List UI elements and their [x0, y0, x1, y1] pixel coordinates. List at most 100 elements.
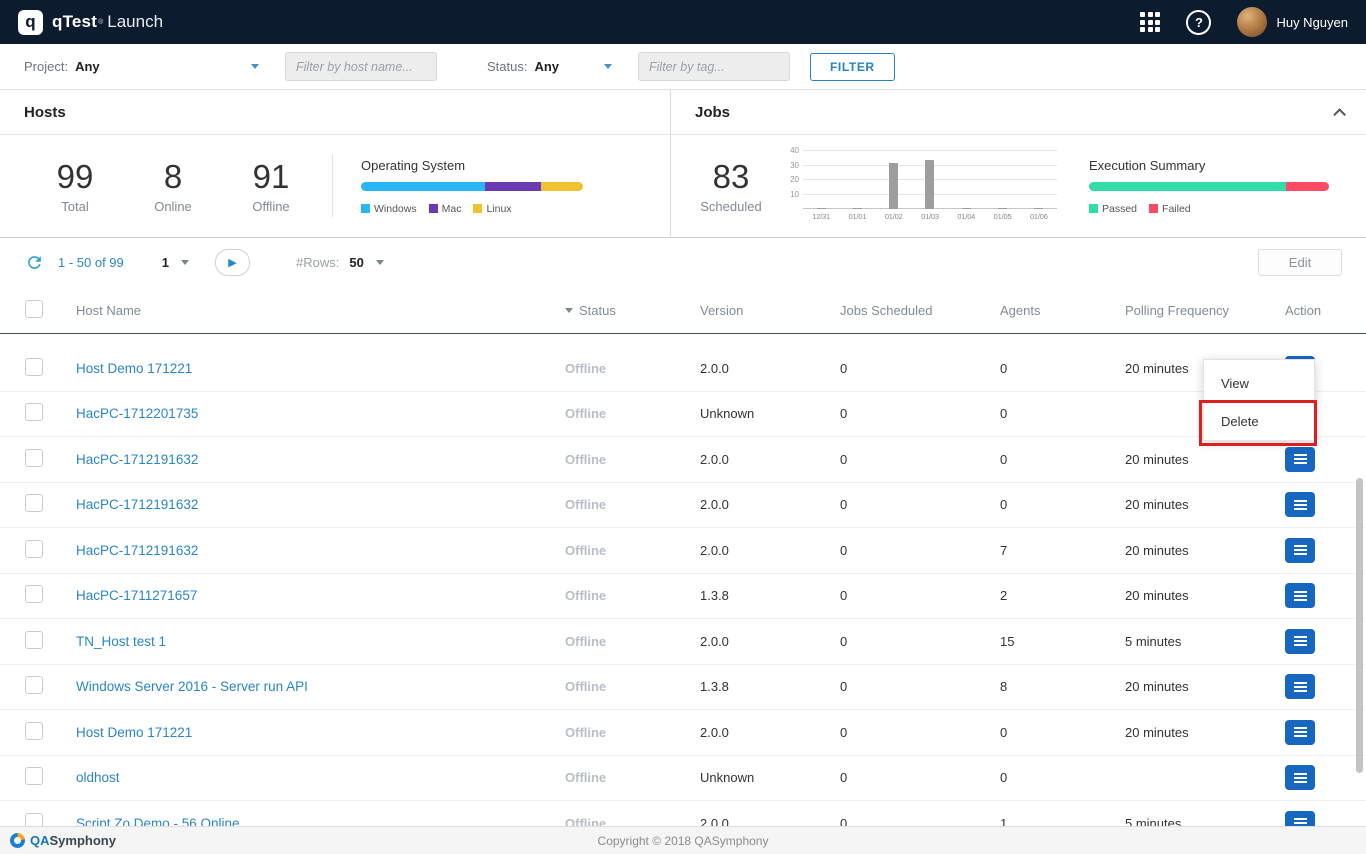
chart-bar: [1034, 208, 1043, 209]
bar-segment: [485, 182, 541, 191]
bar-segment: [541, 182, 583, 191]
row-checkbox[interactable]: [25, 722, 43, 740]
chart-ytick-label: 10: [783, 190, 799, 199]
chart-xtick-label: 12/31: [803, 212, 839, 221]
agents-value: 7: [1000, 543, 1125, 558]
header-status[interactable]: Status: [565, 303, 700, 318]
agents-value: 8: [1000, 679, 1125, 694]
agents-value: 0: [1000, 497, 1125, 512]
page-select[interactable]: 1: [162, 255, 189, 270]
summary-panels: Hosts 99Total8Online91Offline Operating …: [0, 90, 1366, 238]
rows-select[interactable]: 50: [349, 255, 383, 270]
host-stat: 99Total: [42, 158, 108, 214]
host-name-link[interactable]: Windows Server 2016 - Server run API: [52, 679, 565, 694]
context-menu-item-delete[interactable]: Delete: [1204, 402, 1314, 440]
status-text: Offline: [565, 588, 700, 603]
menu-icon: [1294, 545, 1307, 555]
apps-grid-icon[interactable]: [1140, 12, 1160, 32]
rows-value: 50: [349, 255, 363, 270]
table-body: Host Demo 171221Offline2.0.00020 minutes…: [0, 334, 1366, 854]
row-action-menu-button[interactable]: [1285, 674, 1315, 699]
header-host-name[interactable]: Host Name: [52, 303, 565, 318]
scheduled-label: Scheduled: [695, 199, 767, 214]
legend-label: Mac: [442, 203, 462, 215]
table-row: oldhostOfflineUnknown00: [0, 756, 1366, 802]
row-action-menu-button[interactable]: [1285, 538, 1315, 563]
polling-frequency-value: 20 minutes: [1125, 725, 1285, 740]
stat-value: 8: [140, 158, 206, 196]
legend-item: Windows: [361, 203, 417, 215]
agents-value: 0: [1000, 361, 1125, 376]
refresh-icon[interactable]: [24, 253, 44, 273]
header-polling-frequency[interactable]: Polling Frequency: [1125, 303, 1285, 318]
row-checkbox[interactable]: [25, 540, 43, 558]
menu-icon: [1294, 500, 1307, 510]
project-select[interactable]: Project: Any: [24, 59, 259, 74]
chart-xtick-label: 01/02: [876, 212, 912, 221]
host-name-link[interactable]: HacPC-1712191632: [52, 452, 565, 467]
scrollbar-thumb[interactable]: [1356, 478, 1363, 773]
polling-frequency-value: 20 minutes: [1125, 543, 1285, 558]
row-checkbox-cell: [0, 585, 52, 606]
collapse-chevron-icon[interactable]: [1333, 108, 1346, 121]
row-checkbox[interactable]: [25, 449, 43, 467]
row-checkbox[interactable]: [25, 767, 43, 785]
top-navbar: q qTest ® Launch ? Huy Nguyen: [0, 0, 1366, 44]
host-name-link[interactable]: TN_Host test 1: [52, 634, 565, 649]
host-name-link[interactable]: Host Demo 171221: [52, 361, 565, 376]
row-action-menu-button[interactable]: [1285, 765, 1315, 790]
host-name-link[interactable]: HacPC-1711271657: [52, 588, 565, 603]
legend-swatch-icon: [429, 204, 438, 213]
host-name-link[interactable]: HacPC-1712191632: [52, 543, 565, 558]
action-cell: [1285, 583, 1366, 608]
execution-summary-title: Execution Summary: [1089, 158, 1329, 173]
help-icon[interactable]: ?: [1186, 10, 1211, 35]
version-value: Unknown: [700, 770, 840, 785]
row-checkbox[interactable]: [25, 676, 43, 694]
header-jobs-scheduled[interactable]: Jobs Scheduled: [840, 303, 1000, 318]
row-checkbox-cell: [0, 540, 52, 561]
legend-swatch-icon: [361, 204, 370, 213]
row-action-menu-button[interactable]: [1285, 447, 1315, 472]
host-name-link[interactable]: HacPC-1712191632: [52, 497, 565, 512]
legend-swatch-icon: [1089, 204, 1098, 213]
jobs-title: Jobs: [695, 104, 730, 121]
row-checkbox[interactable]: [25, 631, 43, 649]
header-agents[interactable]: Agents: [1000, 303, 1125, 318]
status-value: Any: [534, 59, 559, 74]
user-menu[interactable]: Huy Nguyen: [1237, 7, 1348, 37]
select-all-checkbox[interactable]: [25, 300, 43, 318]
os-legend: WindowsMacLinux: [361, 203, 583, 215]
host-name-link[interactable]: Host Demo 171221: [52, 725, 565, 740]
host-filter-input[interactable]: [285, 52, 437, 81]
row-action-menu-button[interactable]: [1285, 583, 1315, 608]
row-checkbox[interactable]: [25, 585, 43, 603]
row-checkbox[interactable]: [25, 494, 43, 512]
header-version[interactable]: Version: [700, 303, 840, 318]
status-select[interactable]: Status: Any: [487, 59, 612, 74]
jobs-scheduled-value: 0: [840, 588, 1000, 603]
legend-item: Passed: [1089, 203, 1137, 215]
host-name-link[interactable]: oldhost: [52, 770, 565, 785]
row-action-menu-button[interactable]: [1285, 629, 1315, 654]
filter-button[interactable]: FILTER: [810, 53, 895, 81]
context-menu-item-view[interactable]: View: [1204, 364, 1314, 402]
qasymphony-logo[interactable]: QASymphony: [10, 832, 116, 850]
row-checkbox[interactable]: [25, 358, 43, 376]
edit-button[interactable]: Edit: [1258, 249, 1342, 276]
next-page-button[interactable]: ▶: [215, 249, 250, 276]
polling-frequency-value: 20 minutes: [1125, 497, 1285, 512]
brand-launch: Launch: [107, 12, 163, 32]
chart-ytick-label: 20: [783, 175, 799, 184]
legend-swatch-icon: [1149, 204, 1158, 213]
row-action-menu-button[interactable]: [1285, 492, 1315, 517]
tag-filter-input[interactable]: [638, 52, 790, 81]
agents-value: 0: [1000, 725, 1125, 740]
row-checkbox[interactable]: [25, 403, 43, 421]
row-action-menu-button[interactable]: [1285, 720, 1315, 745]
chart-bar: [998, 208, 1007, 209]
host-name-link[interactable]: HacPC-1712201735: [52, 406, 565, 421]
project-label: Project:: [24, 59, 68, 74]
footer: QASymphony Copyright © 2018 QASymphony: [0, 826, 1366, 854]
bar-segment: [1089, 182, 1286, 191]
